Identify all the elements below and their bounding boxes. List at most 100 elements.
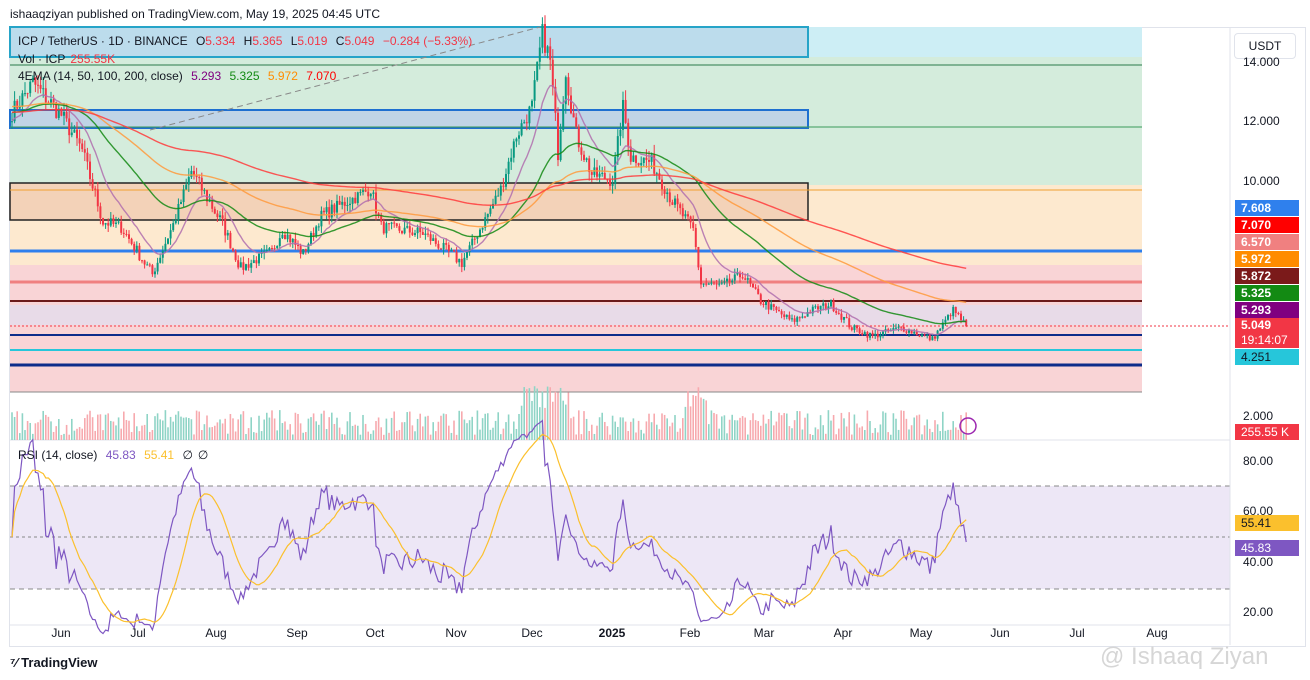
volume-bar [344, 434, 346, 440]
candle-body [471, 238, 474, 246]
volume-bar [182, 417, 185, 440]
volume-bar [676, 431, 679, 440]
candle-body [642, 157, 645, 163]
candle-body [793, 318, 796, 322]
ema-legend[interactable]: 4EMA (14, 50, 100, 200, close) 5.293 5.3… [18, 69, 341, 83]
volume-bar [214, 425, 216, 440]
candle-body [354, 197, 357, 204]
volume-bar [549, 387, 551, 440]
volume-bar [149, 431, 151, 440]
volume-bar [830, 420, 832, 440]
volume-bar [227, 433, 229, 440]
volume-bar [617, 426, 619, 440]
volume-bar [679, 428, 681, 440]
volume-bar [604, 421, 606, 440]
volume-bar [497, 412, 499, 440]
candle-body [73, 129, 76, 133]
zone-grey [10, 305, 1142, 325]
volume-bar [393, 411, 395, 440]
tradingview-logo[interactable]: ⁷⁄ TradingView [10, 655, 98, 670]
volume-bar [500, 434, 502, 440]
chart-canvas[interactable] [0, 0, 1310, 680]
candle-body [252, 260, 255, 264]
candle-body [814, 306, 817, 308]
volume-bar [515, 428, 518, 440]
candle-body [835, 311, 838, 313]
volume-bar [422, 426, 424, 440]
volume-bar [102, 430, 104, 440]
volume-bar [123, 411, 125, 440]
candle-body [299, 245, 302, 255]
volume-bar [957, 429, 960, 440]
volume-bar [120, 428, 122, 440]
candle-body [91, 179, 94, 189]
candle-body [390, 222, 393, 224]
volume-bar [372, 430, 375, 440]
candle-body [918, 335, 921, 337]
lightning-icon [959, 417, 977, 435]
price-tag: 7.608 [1235, 200, 1299, 216]
symbol-title[interactable]: ICP / TetherUS · 1D · BINANCE [18, 34, 188, 48]
candle-body [567, 77, 570, 96]
candle-body [268, 248, 271, 250]
candle-body [320, 210, 323, 227]
candle-body [684, 214, 687, 217]
volume-bar [687, 391, 689, 440]
volume-bar [596, 425, 598, 440]
volume-bar [554, 391, 557, 440]
candle-body [551, 59, 554, 87]
candle-body [661, 179, 663, 190]
candle-body [336, 200, 338, 213]
candle-body [455, 251, 458, 263]
volume-bar [848, 412, 850, 440]
volume-bar [793, 420, 796, 440]
volume-bar [635, 432, 637, 440]
price-tag: 6.570 [1235, 234, 1299, 250]
candle-body [570, 95, 572, 114]
volume-bar [216, 422, 219, 440]
volume-bar [167, 427, 169, 440]
open-value: 5.334 [205, 34, 236, 48]
candle-body [687, 214, 689, 217]
level-tag: 4.251 [1235, 349, 1299, 365]
volume-bar [770, 410, 772, 440]
candle-body [21, 93, 24, 107]
volume-bar [19, 433, 21, 440]
volume-bar [752, 413, 754, 440]
volume-bar [583, 411, 585, 440]
volume-bar [736, 420, 739, 440]
rsi-value: 45.83 [105, 448, 136, 462]
volume-bar [424, 416, 427, 440]
ema50-value: 5.325 [229, 69, 260, 83]
candle-body [772, 304, 775, 307]
volume-bar [154, 416, 156, 440]
volume-bar [879, 424, 882, 440]
candle-body [876, 333, 879, 338]
candle-body [585, 158, 588, 160]
volume-bar [939, 431, 941, 440]
candle-body [679, 204, 682, 209]
candle-body [744, 278, 747, 280]
candle-body [798, 317, 801, 319]
volume-bar [13, 417, 16, 440]
candle-body [200, 177, 203, 191]
volume-bar [591, 424, 593, 440]
volume-bar [783, 413, 785, 440]
volume-bar [432, 422, 434, 440]
candle-body [445, 242, 448, 245]
rsi-legend[interactable]: RSI (14, close) 45.83 55.41 ∅ ∅ [18, 448, 213, 462]
volume-bar [965, 412, 967, 440]
volume-bar [97, 414, 99, 440]
volume-bar [141, 425, 143, 440]
close-value: 5.049 [344, 34, 375, 48]
rsi-tick: 80.00 [1243, 454, 1274, 468]
volume-bar [757, 421, 759, 440]
volume-bar [164, 410, 167, 440]
candle-body [349, 203, 351, 206]
candle-body [497, 195, 500, 197]
candle-body [611, 184, 614, 186]
last-price-tag: 5.049 19:14:07 [1235, 318, 1299, 348]
volume-legend[interactable]: Vol · ICP 255.55K [18, 52, 120, 66]
volume-bar [674, 415, 676, 440]
candle-body [515, 138, 518, 142]
